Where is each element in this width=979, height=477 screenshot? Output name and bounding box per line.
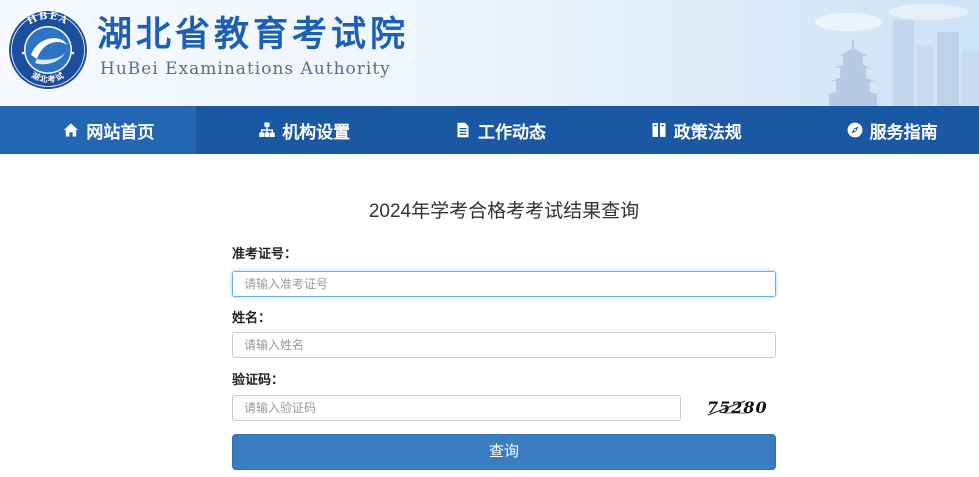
name-label: 姓名：	[232, 310, 272, 325]
skyline-decoration	[815, 4, 979, 106]
nav-item-home[interactable]: 网站首页	[0, 106, 196, 154]
nav-item-label: 网站首页	[86, 122, 155, 142]
hbea-logo: HBEA 湖北考试	[7, 9, 89, 91]
exam-ticket-label: 准考证号：	[232, 246, 298, 261]
name-input[interactable]	[232, 332, 776, 358]
exam-ticket-input[interactable]	[232, 271, 776, 297]
home-icon	[63, 122, 79, 138]
captcha-label: 验证码：	[232, 372, 285, 387]
nav-item-label: 服务指南	[869, 122, 938, 142]
query-button[interactable]: 查询	[232, 434, 776, 470]
captcha-noise-lines	[707, 400, 749, 416]
captcha-input[interactable]	[232, 395, 681, 421]
query-form-area: 2024年学考合格考考试结果查询 准考证号： 姓名： 验证码： 75280 查询	[232, 0, 776, 477]
compass-icon	[847, 122, 863, 138]
nav-item-service-guide[interactable]: 服务指南	[783, 106, 979, 154]
captcha-image[interactable]: 75280	[705, 396, 781, 420]
page-title: 2024年学考合格考考试结果查询	[368, 201, 640, 222]
